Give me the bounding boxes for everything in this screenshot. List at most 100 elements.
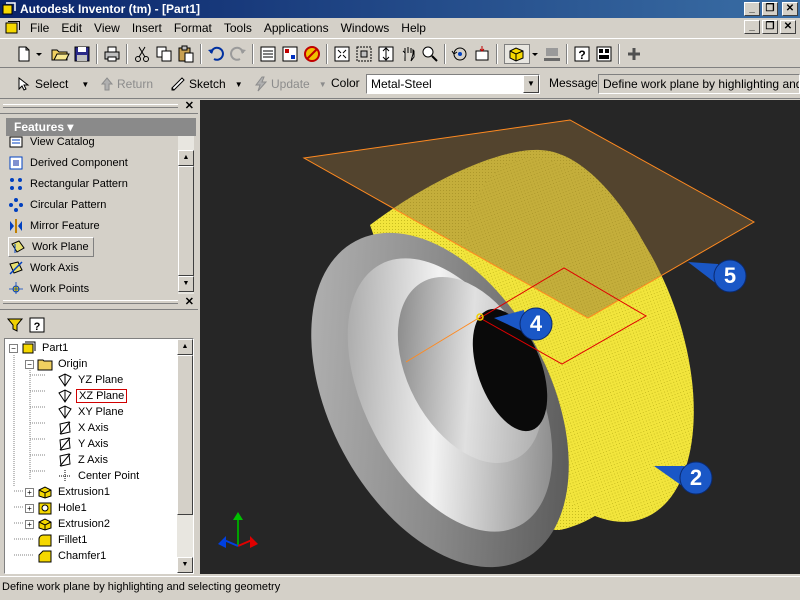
print-icon[interactable] — [102, 44, 122, 64]
feature-derived-component[interactable]: Derived Component — [8, 153, 128, 173]
new-dropdown-icon[interactable] — [34, 44, 44, 64]
feature-work-axis[interactable]: Work Axis — [8, 258, 79, 278]
expand-icon[interactable]: + — [25, 503, 34, 513]
menu-windows[interactable]: Windows — [335, 21, 396, 35]
browser-scroll-up-button[interactable]: ▲ — [177, 339, 193, 355]
update-lightning-icon — [255, 76, 268, 92]
menu-help[interactable]: Help — [395, 21, 432, 35]
minimize-button[interactable]: _ — [744, 2, 760, 16]
copy-icon[interactable] — [154, 44, 174, 64]
paste-icon[interactable] — [176, 44, 196, 64]
menu-format[interactable]: Format — [168, 21, 218, 35]
zoom-selected-icon[interactable] — [420, 44, 440, 64]
expand-icon[interactable]: + — [25, 519, 34, 529]
tree-node-xy-plane[interactable]: XY Plane — [57, 404, 126, 420]
tree-node-hole1[interactable]: + Hole1 — [25, 500, 89, 516]
menu-view[interactable]: View — [88, 21, 126, 35]
collapse-icon[interactable]: − — [9, 343, 18, 353]
tree-node-origin[interactable]: − Origin — [25, 356, 89, 372]
menu-edit[interactable]: Edit — [55, 21, 88, 35]
rotate-icon[interactable] — [450, 44, 470, 64]
sketch-button[interactable]: Sketch ▼ — [170, 76, 243, 92]
browser-scrollbar[interactable]: ▲ ▼ — [177, 339, 193, 573]
zoom-window-icon[interactable] — [354, 44, 374, 64]
parameters-icon[interactable] — [258, 44, 278, 64]
help-icon[interactable]: ? — [572, 44, 592, 64]
features-scrollbar[interactable]: ▲ ▼ — [178, 136, 194, 294]
update-button[interactable]: Update ▼ — [254, 76, 327, 92]
tree-node-chamfer1[interactable]: Chamfer1 — [25, 548, 108, 564]
select-dropdown-icon[interactable]: ▼ — [81, 80, 89, 89]
document-icon[interactable] — [4, 21, 20, 35]
expand-icon[interactable]: + — [25, 487, 34, 497]
panel-bar-header[interactable]: ✕ — [0, 100, 198, 114]
sketch-dropdown-icon[interactable]: ▼ — [235, 80, 243, 89]
browser-scroll-down-button[interactable]: ▼ — [177, 557, 193, 573]
tree-node-label: Part1 — [42, 342, 69, 354]
doc-minimize-button[interactable]: _ — [744, 20, 760, 34]
tree-node-label: Extrusion1 — [58, 486, 110, 498]
return-button[interactable]: Return — [100, 76, 153, 92]
point-icon — [59, 470, 71, 482]
scroll-thumb[interactable] — [178, 166, 194, 276]
filter-icon[interactable] — [6, 316, 24, 334]
collapse-icon[interactable]: − — [25, 359, 34, 369]
plane-icon — [58, 405, 72, 419]
menu-insert[interactable]: Insert — [126, 21, 168, 35]
feature-mirror-feature[interactable]: Mirror Feature — [8, 216, 100, 236]
fillet-icon — [38, 534, 52, 547]
tree-node-z-axis[interactable]: Z Axis — [57, 452, 110, 468]
menu-applications[interactable]: Applications — [258, 21, 335, 35]
graphics-viewport[interactable]: 1 2 3 4 5 — [200, 100, 800, 574]
zoom-icon[interactable] — [376, 44, 396, 64]
pan-icon[interactable] — [398, 44, 418, 64]
tree-node-center-point[interactable]: Center Point — [57, 468, 141, 484]
select-button[interactable]: Select ▼ — [16, 76, 89, 92]
new-icon[interactable] — [14, 44, 34, 64]
cut-icon[interactable] — [132, 44, 152, 64]
tree-node-xz-plane[interactable]: XZ Plane — [57, 388, 128, 404]
close-button[interactable]: ✕ — [782, 2, 798, 16]
tree-node-part1[interactable]: − Part1 — [9, 340, 70, 356]
feature-circular-pattern[interactable]: Circular Pattern — [8, 195, 106, 215]
maximize-button[interactable]: ❐ — [762, 2, 778, 16]
doc-close-button[interactable]: ✕ — [780, 20, 796, 34]
tree-node-extrusion1[interactable]: + Extrusion1 — [25, 484, 112, 500]
feature-view-catalog[interactable]: View Catalog — [8, 132, 95, 152]
no-update-icon[interactable] — [302, 44, 322, 64]
display-dropdown-icon[interactable] — [530, 44, 540, 64]
menu-tools[interactable]: Tools — [218, 21, 258, 35]
browser-header[interactable]: ✕ — [0, 296, 198, 310]
styles-icon[interactable] — [280, 44, 300, 64]
feature-rectangular-pattern[interactable]: Rectangular Pattern — [8, 174, 128, 194]
scroll-down-button[interactable]: ▼ — [178, 276, 194, 292]
close-panel-icon[interactable]: ✕ — [185, 99, 194, 112]
tree-node-fillet1[interactable]: Fillet1 — [25, 532, 89, 548]
feature-work-plane[interactable]: Work Plane — [8, 237, 94, 257]
feature-label: Work Plane — [32, 241, 89, 253]
doc-restore-button[interactable]: ❐ — [762, 20, 778, 34]
menu-file[interactable]: File — [24, 21, 55, 35]
open-icon[interactable] — [50, 44, 70, 64]
save-icon[interactable] — [72, 44, 92, 64]
circular-pattern-icon — [9, 198, 23, 212]
add-icon[interactable] — [624, 44, 644, 64]
shadow-icon[interactable] — [542, 44, 562, 64]
tree-node-yz-plane[interactable]: YZ Plane — [57, 372, 125, 388]
zoom-all-icon[interactable] — [332, 44, 352, 64]
redo-icon[interactable] — [228, 44, 248, 64]
feature-work-points[interactable]: Work Points — [8, 279, 89, 294]
look-at-icon[interactable] — [472, 44, 492, 64]
scroll-up-button[interactable]: ▲ — [178, 150, 194, 166]
tree-node-y-axis[interactable]: Y Axis — [57, 436, 110, 452]
close-browser-icon[interactable]: ✕ — [185, 295, 194, 308]
undo-icon[interactable] — [206, 44, 226, 64]
color-select[interactable]: Metal-Steel ▼ — [366, 74, 540, 94]
browser-scroll-thumb[interactable] — [177, 355, 193, 515]
design-assistant-icon[interactable] — [594, 44, 614, 64]
tree-node-extrusion2[interactable]: + Extrusion2 — [25, 516, 112, 532]
tree-node-x-axis[interactable]: X Axis — [57, 420, 111, 436]
color-dropdown-icon[interactable]: ▼ — [523, 75, 539, 93]
shaded-display-icon[interactable] — [504, 44, 530, 64]
browser-help-icon[interactable]: ? — [28, 316, 46, 334]
